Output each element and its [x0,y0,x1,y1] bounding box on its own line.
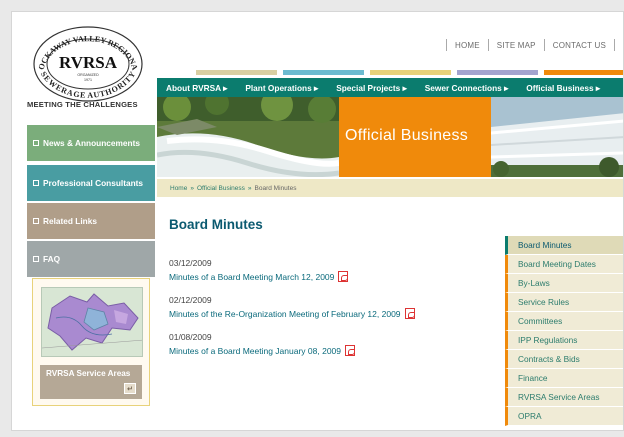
nav-item-4[interactable]: Official Business ▸ [517,83,609,93]
service-areas-box[interactable]: RVRSA Service Areas ↵ [32,278,150,406]
breadcrumb-item: Board Minutes [254,184,297,192]
page-title: Board Minutes [169,217,263,232]
pdf-icon[interactable] [345,345,355,356]
color-stripes [196,70,623,75]
minutes-link[interactable]: Minutes of the Re-Organization Meeting o… [169,308,415,319]
hero-banner: Official Business [157,97,623,177]
left-button-0[interactable]: News & Announcements [27,125,155,161]
link-separator [614,39,615,51]
service-area-map-image[interactable] [41,287,143,357]
service-areas-caption[interactable]: RVRSA Service Areas ↵ [40,365,142,399]
link-separator [487,39,489,51]
minutes-link-text: Minutes of the Re-Organization Meeting o… [169,308,401,319]
logo-abbr: RVRSA [59,53,118,72]
river-photo [157,97,339,177]
logo-organized: ORGANIZED [77,73,99,77]
color-stripe [457,70,538,75]
left-heading: MEETING THE CHALLENGES [27,100,138,109]
checkbox-icon [33,218,39,224]
subnav-item[interactable]: Service Rules [505,293,623,312]
left-button-label: Related Links [43,216,97,226]
breadcrumb-item[interactable]: Official Business [197,185,245,192]
nav-item-2[interactable]: Special Projects ▸ [327,83,416,93]
subnav-item[interactable]: Finance [505,369,623,388]
minutes-link-text: Minutes of a Board Meeting January 08, 2… [169,345,341,356]
entry-date: 02/12/2009 [169,295,212,305]
page: ROCKAWAY VALLEY REGIONAL SEWERAGE AUTHOR… [11,11,624,431]
nav-item-3[interactable]: Sewer Connections ▸ [416,83,517,93]
left-button-label: News & Announcements [43,138,140,148]
breadcrumb-separator: » [247,184,252,192]
nav-item-1[interactable]: Plant Operations ▸ [236,83,327,93]
top-link-home[interactable]: HOME [455,41,480,50]
top-link-contact-us[interactable]: CONTACT US [553,41,606,50]
subnav-item[interactable]: Committees [505,312,623,331]
left-button-3[interactable]: FAQ [27,241,155,277]
color-stripe [544,70,623,75]
left-button-2[interactable]: Related Links [27,203,155,239]
subnav-item[interactable]: OPRA [505,407,623,426]
utility-links: HOME SITE MAP CONTACT US [438,38,623,52]
checkbox-icon [33,180,39,186]
pdf-icon[interactable] [338,271,349,282]
subnav-item[interactable]: Board Meeting Dates [505,255,623,274]
breadcrumb: Home» Official Business» Board Minutes [157,179,623,197]
left-button-1[interactable]: Professional Consultants [27,165,155,201]
section-subnav: Board Minutes Board Meeting Dates By-Laws S… [505,236,623,426]
link-separator [543,39,545,51]
minutes-link-text: Minutes of a Board Meeting March 12, 200… [169,271,335,282]
pdf-icon[interactable] [404,308,415,319]
minutes-link[interactable]: Minutes of a Board Meeting January 08, 2… [169,345,355,356]
arrow-icon[interactable]: ↵ [124,383,136,394]
top-link-site-map[interactable]: SITE MAP [497,41,536,50]
subnav-item[interactable]: By-Laws [505,274,623,293]
minutes-entry: 01/08/2009 Minutes of a Board Meeting Jan… [169,332,355,356]
color-stripe [196,70,277,75]
color-stripe [283,70,364,75]
color-stripe [370,70,451,75]
minutes-entry: 03/12/2009 Minutes of a Board Meeting Mar… [169,258,349,282]
entry-date: 01/08/2009 [169,332,212,342]
entry-date: 03/12/2009 [169,258,212,268]
subnav-item[interactable]: RVRSA Service Areas [505,388,623,407]
dam-photo [491,97,623,177]
subnav-item[interactable]: IPP Regulations [505,331,623,350]
left-button-label: FAQ [43,254,61,264]
main-nav: About RVRSA ▸ Plant Operations ▸ Special P… [157,78,623,97]
breadcrumb-item[interactable]: Home [170,185,187,192]
checkbox-icon [33,140,39,146]
hero-title: Official Business [345,127,469,144]
rvrsa-logo[interactable]: ROCKAWAY VALLEY REGIONAL SEWERAGE AUTHOR… [27,13,146,102]
service-areas-label: RVRSA Service Areas [46,369,131,378]
subnav-item[interactable]: Contracts & Bids [505,350,623,369]
left-button-label: Professional Consultants [43,178,144,188]
breadcrumb-separator: » [190,184,194,192]
logo-year: 1971 [84,78,92,82]
nav-item-0[interactable]: About RVRSA ▸ [157,83,236,93]
minutes-entry: 02/12/2009 Minutes of the Re-Organization… [169,295,415,319]
minutes-link[interactable]: Minutes of a Board Meeting March 12, 200… [169,271,349,282]
hero-title-panel: Official Business [339,97,491,177]
subnav-item[interactable]: Board Minutes [505,236,623,255]
link-separator [445,39,447,51]
checkbox-icon [33,256,39,262]
